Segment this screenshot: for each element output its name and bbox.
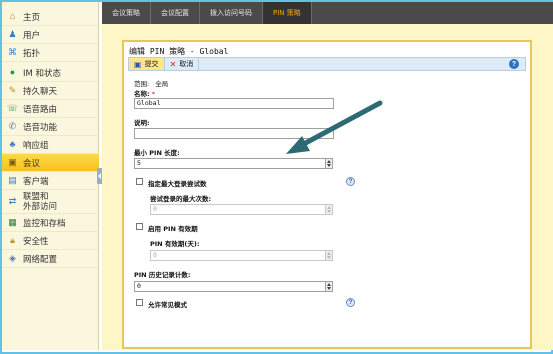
pin-history-count-label: PIN 历史记录计数: (134, 271, 191, 279)
min-pin-length-label-row: 最小 PIN 长度: (134, 147, 180, 157)
sidebar-item-conferencing[interactable]: ▣ 会议 (2, 154, 99, 172)
sidebar-nav: ⌂ 主页 ♟ 用户 ⌘ 拓扑 ● IM 和状态 ✎ 持久聊天 ☏ 语音路由 ✆ … (2, 2, 99, 350)
pin-expiration-checkbox-label: 启用 PIN 有效期 (148, 225, 198, 233)
sidebar-item-label: IM 和状态 (23, 68, 62, 79)
description-label-row: 说明: (134, 117, 150, 127)
tab-conferencing-configuration[interactable]: 会议配置 (151, 2, 200, 24)
sidebar-item-label: 主页 (23, 12, 41, 23)
min-pin-length-field[interactable]: 5 (134, 158, 326, 169)
user-icon: ♟ (8, 29, 17, 39)
scope-label: 范围: (134, 80, 150, 88)
sidebar-item-persistent-chat[interactable]: ✎ 持久聊天 (2, 82, 99, 100)
max-logon-attempts-checkbox-label: 指定最大登录尝试数 (148, 180, 207, 188)
name-field[interactable]: Global (134, 98, 334, 109)
edit-pin-policy-panel: 编辑 PIN 策略 - Global ▣ 提交 ✕ 取消 ? 范围: 全局 名称 (122, 40, 532, 349)
cancel-button-label: 取消 (179, 60, 194, 68)
max-logon-attempts-label-row: 尝试登录的最大次数: (150, 193, 211, 203)
sidebar-item-im-presence[interactable]: ● IM 和状态 (2, 64, 99, 82)
window-frame: ⌂ 主页 ♟ 用户 ⌘ 拓扑 ● IM 和状态 ✎ 持久聊天 ☏ 语音路由 ✆ … (0, 0, 553, 354)
sidebar-item-voice-routing[interactable]: ☏ 语音路由 (2, 100, 99, 118)
sidebar-item-topology[interactable]: ⌘ 拓扑 (2, 44, 99, 62)
pin-expiration-days-label: PIN 有效期(天): (150, 240, 200, 248)
allow-common-patterns-label: 允许常见模式 (148, 301, 187, 309)
phone-icon: ✆ (8, 121, 17, 131)
chat-icon: ✎ (8, 85, 17, 95)
pin-history-count-field[interactable]: 0 (134, 281, 326, 292)
content-area: 编辑 PIN 策略 - Global ▣ 提交 ✕ 取消 ? 范围: 全局 名称 (102, 24, 553, 350)
sidebar-item-security[interactable]: 🔒︎ 安全性 (2, 232, 99, 250)
help-icon[interactable]: ? (346, 298, 355, 307)
federation-icon: ⇄ (8, 196, 17, 206)
topology-icon: ⌘ (8, 47, 17, 57)
sidebar-item-federation[interactable]: ⇄ 联盟和 外部访问 (2, 190, 99, 214)
sidebar-item-label: 用户 (23, 30, 41, 41)
sidebar-item-home[interactable]: ⌂ 主页 (2, 8, 99, 26)
max-logon-attempts-spinner[interactable] (325, 204, 333, 215)
sidebar-item-clients[interactable]: ▤ 客户端 (2, 172, 99, 190)
pin-expiration-checkbox[interactable] (136, 223, 143, 230)
scope-value: 全局 (155, 80, 169, 88)
panel-toolbar: ▣ 提交 ✕ 取消 ? (128, 57, 526, 71)
allow-common-patterns-label-row: 允许常见模式 (148, 299, 187, 309)
sidebar-item-response-groups[interactable]: ♣ 响应组 (2, 136, 99, 154)
close-icon: ✕ (169, 59, 177, 69)
sidebar-item-label: 监控和存档 (23, 218, 66, 229)
max-logon-attempts-label: 尝试登录的最大次数: (150, 195, 212, 203)
sidebar-item-label: 安全性 (23, 236, 49, 247)
name-label: 名称: (134, 90, 150, 98)
pin-history-count-label-row: PIN 历史记录计数: (134, 269, 191, 279)
network-icon: ◈ (9, 253, 16, 263)
max-logon-attempts-checkbox-label-row: 指定最大登录尝试数 (148, 178, 207, 188)
min-pin-length-label: 最小 PIN 长度: (134, 149, 180, 157)
home-icon: ⌂ (9, 11, 16, 21)
sidebar-item-monitoring-archiving[interactable]: ▦ 监控和存档 (2, 214, 99, 232)
allow-common-patterns-checkbox[interactable] (136, 299, 143, 306)
sidebar-item-network-configuration[interactable]: ◈ 网络配置 (2, 250, 99, 268)
save-icon: ▣ (134, 59, 142, 69)
sidebar-item-label: 拓扑 (23, 48, 41, 59)
pin-expiration-days-spinner[interactable] (325, 250, 333, 261)
tab-bar: 会议策略 会议配置 拨入访问号码 PIN 策略 (102, 2, 553, 24)
tab-conferencing-policy[interactable]: 会议策略 (102, 2, 151, 24)
pin-history-count-spinner[interactable] (325, 281, 333, 292)
max-logon-attempts-field[interactable]: 0 (150, 204, 326, 215)
conference-icon: ▣ (8, 157, 17, 167)
sidebar-item-label: 客户端 (23, 176, 49, 187)
sidebar-item-label: 联盟和 外部访问 (23, 191, 58, 212)
max-logon-attempts-checkbox[interactable] (136, 178, 143, 185)
client-icon: ▤ (8, 175, 17, 185)
tab-dial-in-access-number[interactable]: 拨入访问号码 (200, 2, 263, 24)
description-field[interactable] (134, 128, 334, 139)
panel-title: 编辑 PIN 策略 - Global (129, 47, 229, 56)
name-label-row: 名称: * (134, 88, 155, 98)
commit-button[interactable]: ▣ 提交 (129, 58, 165, 70)
cancel-button[interactable]: ✕ 取消 (165, 58, 200, 70)
pin-expiration-checkbox-label-row: 启用 PIN 有效期 (148, 223, 198, 233)
help-icon[interactable]: ? (509, 59, 519, 69)
pin-expiration-days-label-row: PIN 有效期(天): (150, 238, 199, 248)
commit-button-label: 提交 (144, 60, 159, 68)
tab-pin-policy[interactable]: PIN 策略 (263, 2, 312, 24)
pin-expiration-days-field[interactable]: 0 (150, 250, 326, 261)
im-presence-icon: ● (9, 67, 16, 77)
voice-routing-icon: ☏ (6, 103, 19, 113)
sidebar-item-label: 响应组 (23, 140, 49, 151)
description-label: 说明: (134, 119, 150, 127)
sidebar-item-label: 持久聊天 (23, 86, 58, 97)
required-marker: * (151, 90, 155, 98)
sidebar-item-voice-features[interactable]: ✆ 语音功能 (2, 118, 99, 136)
sidebar-item-users[interactable]: ♟ 用户 (2, 26, 99, 44)
response-group-icon: ♣ (9, 139, 16, 149)
scope-row: 范围: 全局 (134, 78, 168, 88)
lock-icon: 🔒︎ (10, 235, 15, 245)
sidebar-item-label: 语音路由 (23, 104, 58, 115)
help-icon[interactable]: ? (346, 177, 355, 186)
sidebar-item-label: 语音功能 (23, 122, 58, 133)
monitoring-icon: ▦ (8, 217, 17, 227)
sidebar-item-label: 会议 (23, 158, 41, 169)
tab-bar-spacer (311, 2, 553, 24)
min-pin-length-spinner[interactable] (325, 158, 333, 169)
sidebar-item-label: 网络配置 (23, 254, 58, 265)
